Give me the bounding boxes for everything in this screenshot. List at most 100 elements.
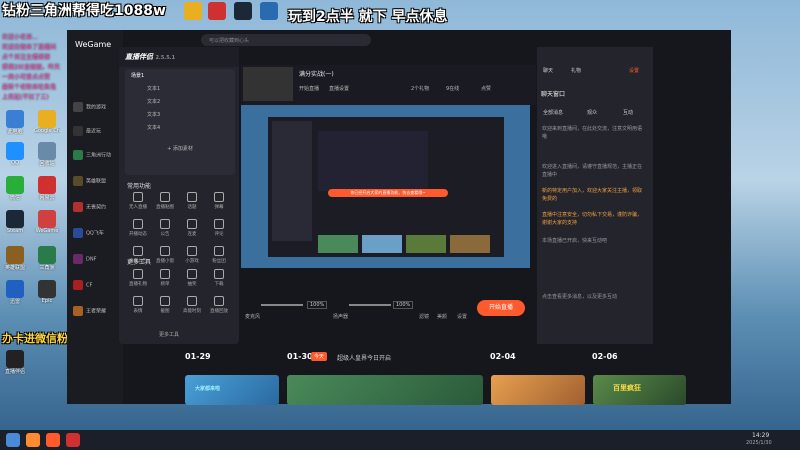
sidebar-item[interactable]: 英雄联盟 (73, 176, 123, 186)
scene-header[interactable]: 场景1 (125, 69, 235, 82)
stream-tab[interactable]: 开始直播 (299, 85, 319, 92)
sidebar-item[interactable]: 三角洲行动 (73, 150, 123, 160)
chat-header: 聊天窗口 (541, 91, 566, 98)
taskbar: 14:29 2025/1/30 (0, 430, 800, 450)
chat-subtab[interactable]: 互动 (623, 109, 633, 116)
tool-button[interactable]: 小游戏 (179, 246, 205, 264)
scene-item[interactable]: 文本2 (125, 95, 235, 108)
tool-button[interactable]: 弹幕 (206, 192, 232, 210)
desktop-icon[interactable]: Epic (34, 280, 60, 304)
tool-button[interactable]: 直播回放 (206, 296, 232, 314)
search-input[interactable]: 可以把收藏到心头 (201, 34, 371, 46)
control-bar: 麦克风 100% 扬声器 100% 滤镜 美颜 设置 开始直播 (241, 295, 537, 325)
tool-button[interactable]: 截图 (152, 296, 178, 314)
chat-subtab[interactable]: 全部消息 (543, 109, 563, 116)
game-card[interactable]: 大家都来啦 (185, 375, 279, 405)
date-badge: 今天 (311, 352, 328, 361)
stream-tab[interactable]: 直播设置 (329, 85, 349, 92)
sidebar-item[interactable]: DNF (73, 254, 123, 264)
desktop-icon[interactable]: 微信 (2, 176, 28, 201)
inner-thumb (362, 235, 402, 253)
desktop-icon[interactable]: 英雄联盟 (2, 246, 28, 271)
game-card[interactable] (491, 375, 585, 405)
settings-icon[interactable]: 设置 (457, 313, 467, 320)
desktop-icon[interactable] (180, 2, 206, 20)
game-card[interactable] (287, 375, 483, 405)
tool-button[interactable]: 公告 (152, 219, 178, 237)
right-tab[interactable]: 设置 (629, 67, 639, 74)
filter-icon[interactable]: 滤镜 (419, 313, 429, 320)
scene-item[interactable]: 文本3 (125, 108, 235, 121)
tools-section-title: 常用功能 (127, 183, 152, 190)
date-label: 02-04 (490, 352, 516, 361)
inner-banner: 你已经开启大家的直播功能，快去查看哦~ (328, 189, 448, 197)
more-tools-link[interactable]: 更多工具 (159, 331, 179, 338)
desktop-icon[interactable]: Steam (2, 210, 28, 234)
desktop-icon[interactable]: WeGame (34, 210, 60, 234)
tool-button[interactable]: 直播贴图 (152, 192, 178, 210)
start-live-button[interactable]: 开始直播 (477, 300, 525, 316)
mic-label: 麦克风 (245, 314, 261, 320)
desktop-icon[interactable]: 直播伴侣 (2, 350, 28, 375)
stream-stat: 9在线 (446, 86, 460, 92)
sidebar-item[interactable]: 王者荣耀 (73, 306, 123, 316)
sidebar-item[interactable]: 无畏契约 (73, 202, 123, 212)
desktop-icon[interactable]: 网易云 (34, 176, 60, 201)
right-tab[interactable]: 礼物 (571, 67, 581, 74)
desktop-icon[interactable] (256, 2, 282, 20)
desktop-icon[interactable] (204, 2, 230, 20)
add-source-button[interactable]: + 添加素材 (125, 142, 235, 155)
taskbar-app-icon[interactable] (26, 433, 40, 447)
tool-button[interactable]: 抽奖 (179, 269, 205, 287)
desktop-icon[interactable]: 三角洲 (34, 246, 60, 271)
tool-button[interactable]: 粉丝团 (206, 246, 232, 264)
chat-message: 欢迎来到直播间，在此处交流，注意文明用语哦 (542, 126, 643, 140)
tool-button[interactable]: 表情 (125, 296, 151, 314)
app-logo: WeGame (75, 40, 112, 49)
sidebar-item[interactable]: QQ飞车 (73, 228, 123, 238)
inner-thumb (450, 235, 490, 253)
taskbar-app-icon[interactable] (46, 433, 60, 447)
beauty-icon[interactable]: 美颜 (437, 313, 447, 320)
desktop-icon[interactable] (230, 2, 256, 20)
scene-box: 场景1 文本1 文本2 文本3 文本4 + 添加素材 (125, 69, 235, 175)
more-tools-grid: 直播礼物 榜单 抽奖 下载 表情 截图 高能时刻 直播回放 (125, 269, 235, 329)
tool-button[interactable]: 连麦 (179, 219, 205, 237)
desktop-icon[interactable]: 此电脑 (2, 110, 28, 135)
stream-stat: 2个礼物 (411, 86, 430, 92)
desktop-icon[interactable]: Google Chrome (34, 110, 60, 134)
stream-stat: 点赞 (481, 86, 492, 92)
taskbar-app-icon[interactable] (66, 433, 80, 447)
scene-item[interactable]: 文本4 (125, 121, 235, 134)
speaker-slider[interactable] (349, 304, 391, 306)
desktop-icon[interactable]: 回收站 (34, 142, 60, 167)
game-card-caption: 大家都来啦 (195, 386, 221, 392)
start-icon[interactable] (6, 433, 20, 447)
chat-subtab[interactable]: 观众 (587, 109, 597, 116)
tool-button[interactable]: 高能时刻 (179, 296, 205, 314)
tool-button[interactable]: 话题 (179, 192, 205, 210)
sidebar-item[interactable]: 我的游戏 (73, 102, 123, 112)
tool-button[interactable]: 无人直播 (125, 192, 151, 210)
tool-button[interactable]: 直播礼物 (125, 269, 151, 287)
sidebar-item[interactable]: 最近玩 (73, 126, 123, 136)
assistant-header: 直播伴侣 2.5.5.1 (119, 47, 239, 67)
right-tab[interactable]: 聊天 (543, 67, 553, 74)
game-card[interactable]: 百里疯狂 (593, 375, 686, 405)
assistant-panel: 直播伴侣 2.5.5.1 场景1 文本1 文本2 文本3 文本4 + 添加素材 … (119, 47, 239, 344)
inner-thumb (318, 235, 358, 253)
desktop-icon[interactable]: QQ (2, 142, 28, 166)
mic-slider[interactable] (261, 304, 303, 306)
chat-footer: 点击查看更多消息，以及更多互动 (542, 294, 618, 300)
tool-button[interactable]: 开播动态 (125, 219, 151, 237)
overlay-title-right: 玩到2点半 就下 早点休息 (288, 9, 448, 25)
scene-item[interactable]: 文本1 (125, 82, 235, 95)
speaker-label: 扬声器 (333, 314, 349, 320)
clock-time: 14:29 (752, 432, 770, 439)
tool-button[interactable]: 评论 (206, 219, 232, 237)
desktop-icon[interactable]: 迅雷 (2, 280, 28, 305)
tool-button[interactable]: 下载 (206, 269, 232, 287)
tool-button[interactable]: 榜单 (152, 269, 178, 287)
tool-button[interactable]: 直播小窗 (152, 246, 178, 264)
sidebar-item[interactable]: CF (73, 280, 123, 290)
